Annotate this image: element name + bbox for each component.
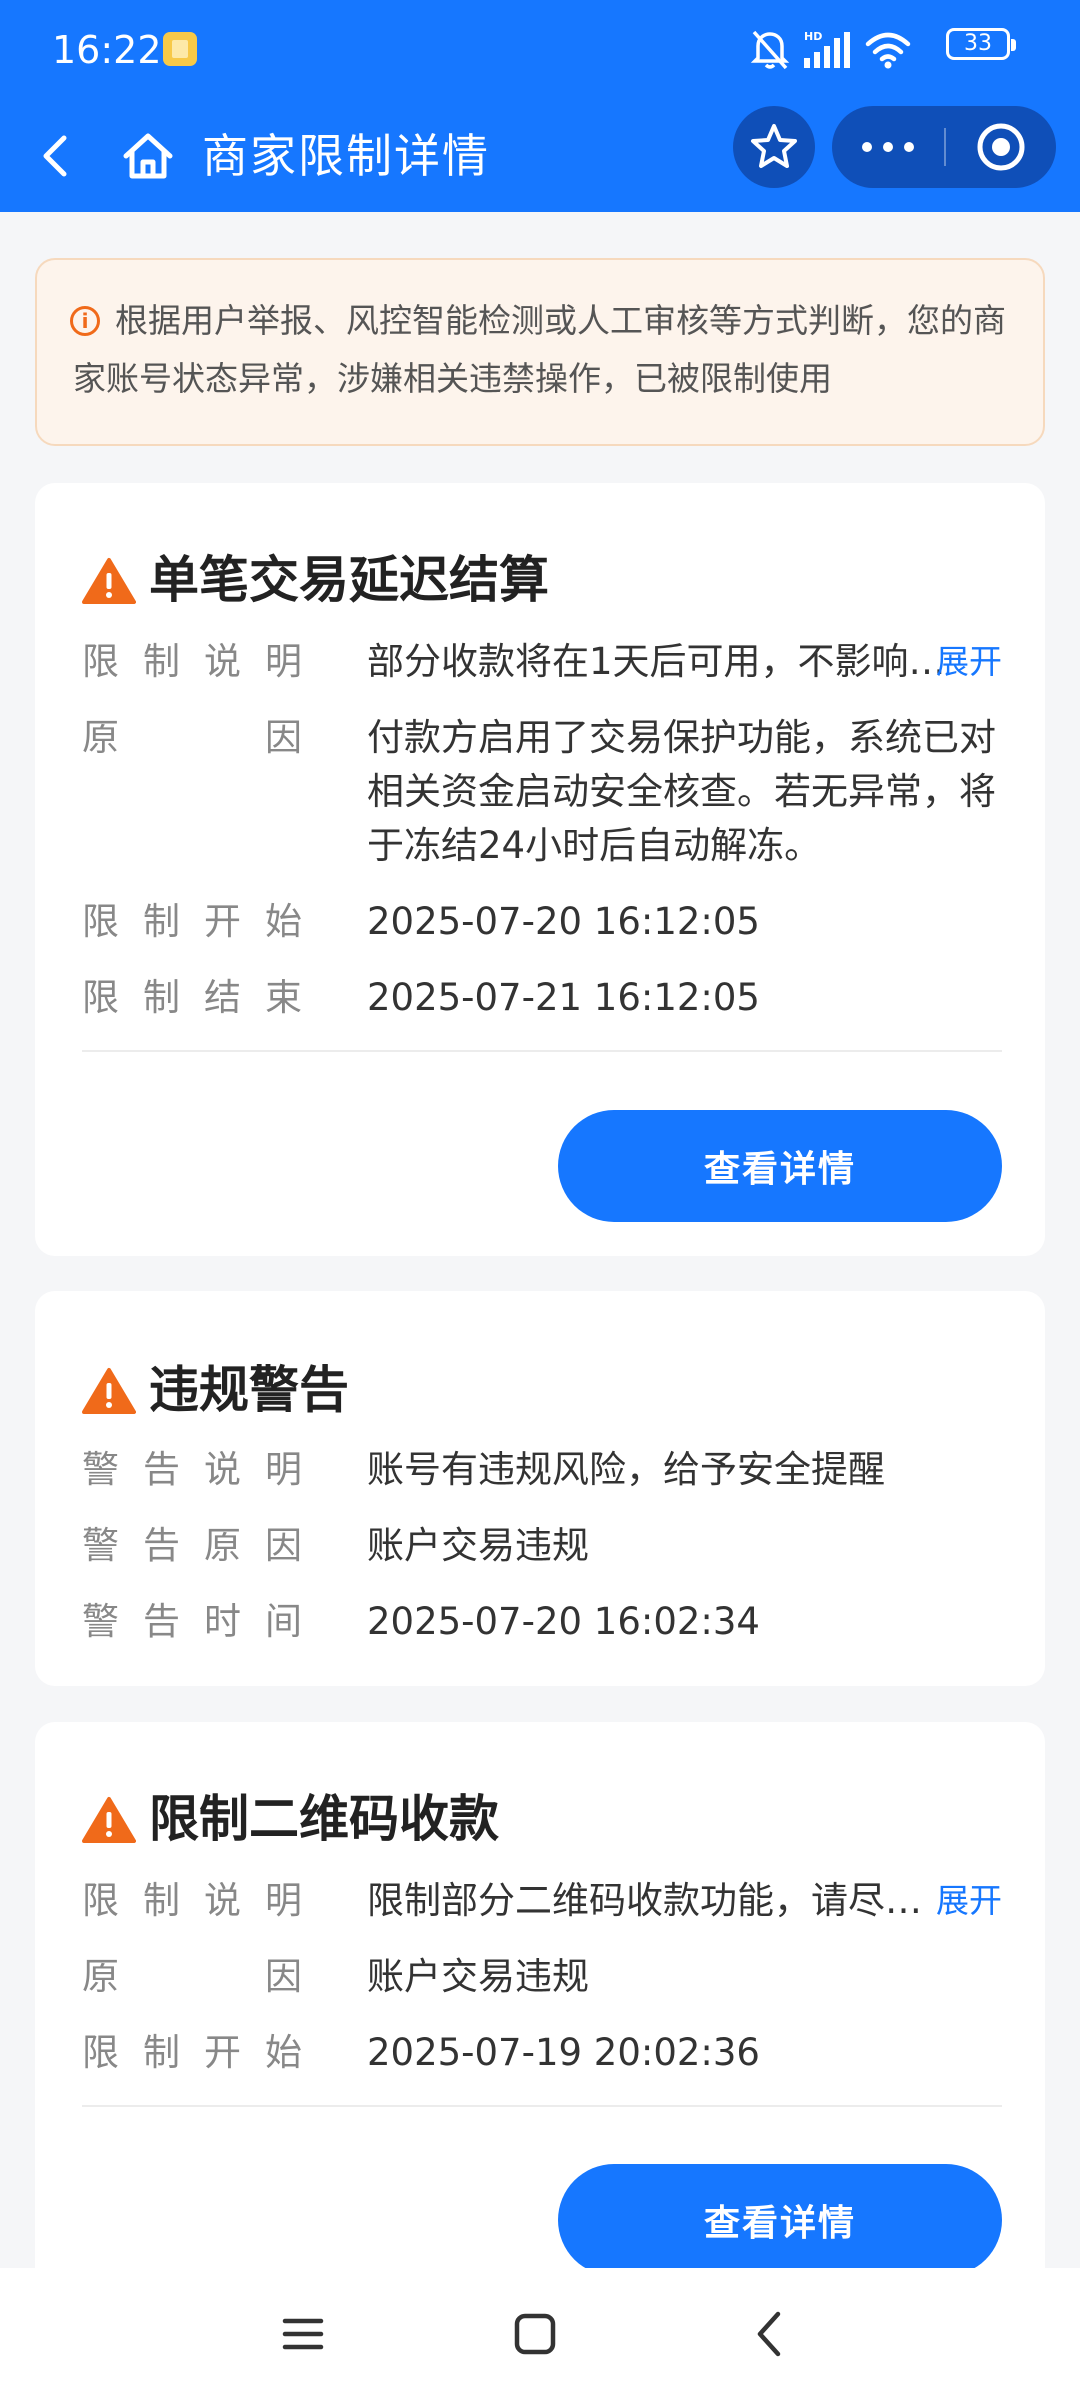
wifi-icon	[864, 28, 912, 76]
system-navigation-bar	[0, 2268, 1080, 2400]
card-title: 违规警告	[149, 1361, 349, 1419]
notice-text: 根据用户举报、风控智能检测或人工审核等方式判断，您的商家账号状态异常，涉嫌相关违…	[73, 301, 1006, 398]
view-details-button[interactable]: 查看详情	[558, 2164, 1002, 2276]
nav-bar: 商家限制详情	[0, 100, 1080, 212]
view-details-button[interactable]: 查看详情	[558, 1110, 1002, 1222]
close-button[interactable]	[946, 106, 1056, 188]
page-title: 商家限制详情	[202, 129, 490, 183]
row-value: 部分收款将在1天后可用，不影响其他收款功能的正常使用	[367, 640, 947, 683]
card-title: 限制二维码收款	[149, 1790, 499, 1848]
app-header: 16:22 HD 33 商家限制详情	[0, 0, 1080, 212]
row-label: 限制开始	[82, 900, 302, 943]
card-title: 单笔交易延迟结算	[149, 551, 549, 609]
row-label: 警告说明	[82, 1448, 302, 1491]
battery-icon: 33	[946, 28, 1016, 60]
expand-link[interactable]: 展开	[936, 1874, 1002, 1928]
warning-icon	[82, 1797, 136, 1843]
back-icon[interactable]	[30, 120, 90, 192]
row-value: 2025-07-19 20:02:36	[367, 2031, 760, 2074]
warning-icon	[82, 558, 136, 604]
row-label: 限制结束	[82, 976, 302, 1019]
home-icon[interactable]	[118, 120, 178, 192]
notice-banner: i 根据用户举报、风控智能检测或人工审核等方式判断，您的商家账号状态异常，涉嫌相…	[35, 258, 1045, 446]
app-notification-icon	[163, 32, 197, 66]
row-value: 账户交易违规	[367, 1524, 589, 1567]
star-icon	[751, 124, 797, 168]
row-value: 账户交易违规	[367, 1955, 589, 1998]
status-bar: 16:22 HD 33	[0, 0, 1080, 100]
mini-program-capsule	[832, 106, 1056, 188]
signal-icon: HD	[802, 28, 852, 76]
row-label: 限制开始	[82, 2031, 302, 2074]
status-icons: HD 33	[750, 28, 1016, 72]
divider	[82, 2105, 1002, 2107]
status-time: 16:22	[52, 28, 162, 72]
warning-card: 违规警告 警告说明 账号有违规风险，给予安全提醒 警告原因 账户交易违规 警告时…	[35, 1291, 1045, 1686]
row-label: 警告时间	[82, 1600, 302, 1643]
row-value: 限制部分二维码收款功能，请尽快完成相关认证	[367, 1879, 947, 1922]
more-icon	[862, 142, 914, 152]
row-value: 2025-07-20 16:12:05	[367, 900, 760, 943]
menu-icon[interactable]	[273, 2304, 333, 2364]
row-label: 警告原因	[82, 1524, 302, 1567]
back-nav-icon[interactable]	[740, 2304, 800, 2364]
expand-link[interactable]: 展开	[936, 635, 1002, 689]
favorite-button[interactable]	[733, 106, 815, 188]
row-label: 原因	[82, 1955, 302, 1998]
row-label: 原因	[82, 716, 302, 759]
row-label: 限制说明	[82, 1879, 302, 1922]
warning-icon	[82, 1368, 136, 1414]
network-label: HD	[804, 30, 822, 43]
more-button[interactable]	[832, 106, 944, 188]
row-value: 付款方启用了交易保护功能，系统已对相关资金启动安全核查。若无异常，将于冻结24小…	[367, 716, 996, 867]
divider	[82, 1050, 1002, 1052]
close-target-icon	[977, 123, 1025, 171]
home-square-icon[interactable]	[505, 2304, 565, 2364]
restriction-card: 限制二维码收款 限制说明 限制部分二维码收款功能，请尽快完成相关认证 展开 原因…	[35, 1722, 1045, 2342]
row-value: 账号有违规风险，给予安全提醒	[367, 1448, 885, 1491]
bell-off-icon	[750, 28, 790, 76]
row-value: 2025-07-20 16:02:34	[367, 1600, 760, 1643]
restriction-card: 单笔交易延迟结算 限制说明 部分收款将在1天后可用，不影响其他收款功能的正常使用…	[35, 483, 1045, 1256]
row-value: 2025-07-21 16:12:05	[367, 976, 760, 1019]
row-label: 限制说明	[82, 640, 302, 683]
